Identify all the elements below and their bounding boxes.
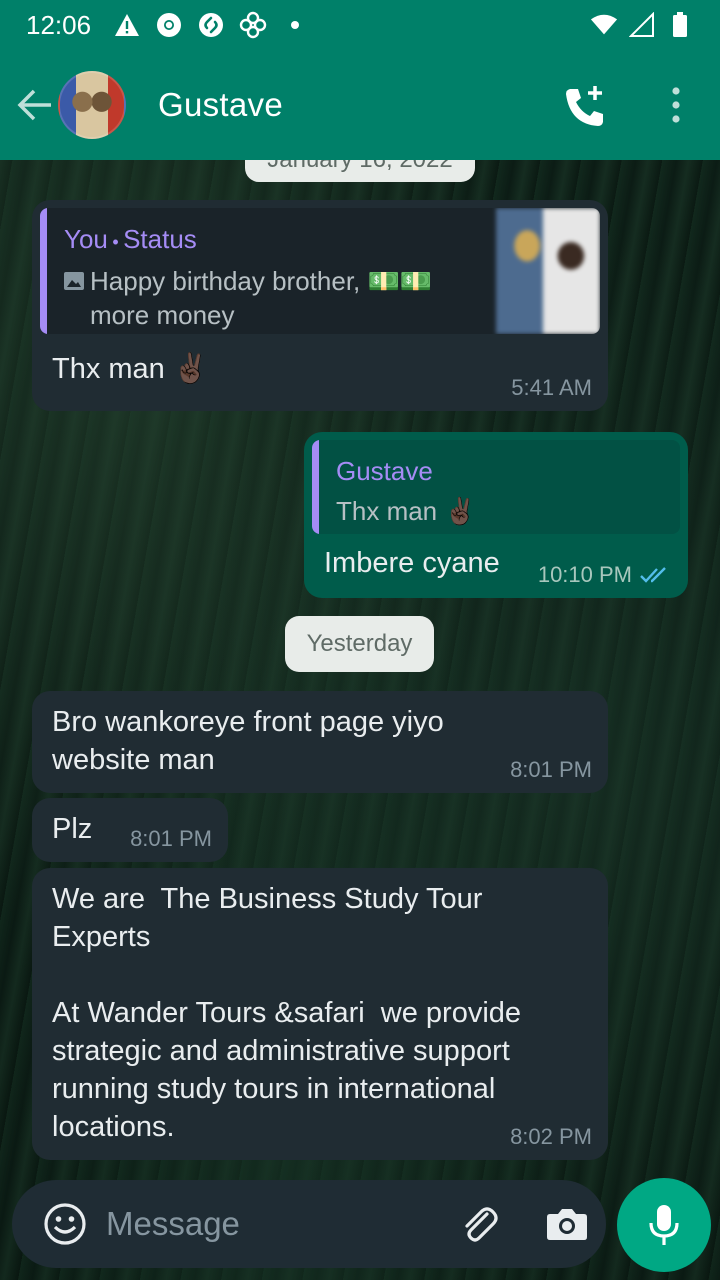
message-bubble-incoming[interactable]: You • Status Happy birthday brother, 💵💵 … (32, 200, 608, 411)
quoted-message[interactable]: Gustave Thx man ✌🏿 (312, 440, 680, 534)
quote-accent-bar (312, 440, 319, 534)
message-time: 10:10 PM (538, 562, 670, 588)
back-arrow-icon (17, 89, 51, 121)
date-chip-label: Yesterday (306, 630, 413, 657)
message-input[interactable] (106, 1205, 436, 1243)
message-composer (12, 1180, 606, 1268)
date-chip: Yesterday (285, 616, 434, 672)
message-time-label: 10:10 PM (537, 562, 632, 587)
battery-icon (666, 11, 694, 39)
add-call-button[interactable] (554, 75, 614, 135)
message-text: We are The Business Study Tour Experts A… (52, 883, 522, 1143)
fan-icon (239, 11, 267, 39)
camera-icon (547, 1209, 587, 1240)
message-text: Imbere cyane (324, 547, 500, 579)
warning-icon (113, 11, 141, 39)
wifi-icon (590, 11, 618, 39)
emoji-icon (44, 1203, 86, 1245)
read-receipt-icon (640, 567, 666, 583)
status-time: 12:06 (26, 9, 92, 40)
chat-header: Gustave (0, 50, 720, 160)
more-vert-icon (672, 87, 680, 123)
mic-icon (649, 1205, 679, 1245)
message-text: Thx man ✌🏿 (52, 353, 209, 385)
camera-button[interactable] (542, 1199, 592, 1249)
shazam-icon (197, 11, 225, 39)
quote-text: Thx man ✌🏿 (336, 496, 477, 526)
avatar[interactable] (58, 71, 126, 139)
message-time: 8:02 PM (510, 1124, 592, 1149)
back-button[interactable] (10, 75, 60, 135)
voice-message-button[interactable] (617, 1178, 711, 1272)
message-bubble-incoming[interactable]: We are The Business Study Tour Experts A… (32, 868, 608, 1160)
date-chip: January 16, 2022 (245, 160, 475, 182)
quote-accent-bar (40, 208, 47, 334)
message-time: 8:01 PM (130, 826, 212, 851)
message-time: 8:01 PM (510, 757, 592, 782)
status-bar: 12:06 (0, 0, 720, 50)
contact-name[interactable]: Gustave (158, 86, 283, 124)
status-thumbnail (496, 208, 600, 334)
add-call-icon (566, 86, 603, 126)
quote-separator: • (112, 232, 119, 252)
emoji-button[interactable] (40, 1199, 90, 1249)
quote-text: Happy birthday brother, 💵💵 more money (90, 266, 433, 330)
image-icon (64, 272, 84, 290)
signal-icon (628, 11, 656, 39)
more-options-button[interactable] (656, 75, 696, 135)
message-bubble-incoming[interactable]: Bro wankoreye front page yiyo website ma… (32, 691, 608, 793)
attach-icon (465, 1207, 498, 1242)
chat-area[interactable]: January 16, 2022 You • Status Happy birt… (0, 160, 720, 1175)
quote-author: Gustave (336, 456, 433, 486)
date-chip-label: January 16, 2022 (267, 160, 452, 174)
message-text: Bro wankoreye front page yiyo website ma… (52, 706, 444, 776)
quote-source: Status (123, 224, 197, 254)
quote-author: You (64, 224, 108, 254)
quoted-status[interactable]: You • Status Happy birthday brother, 💵💵 … (40, 208, 600, 334)
message-text: Plz (52, 813, 93, 845)
attach-button[interactable] (454, 1199, 504, 1249)
message-bubble-incoming[interactable]: Plz 8:01 PM (32, 798, 228, 862)
message-bubble-outgoing[interactable]: Gustave Thx man ✌🏿 Imbere cyane 10:10 PM (304, 432, 688, 598)
message-time: 5:41 AM (511, 375, 592, 400)
chrome-icon (155, 11, 183, 39)
dot-icon (281, 11, 309, 39)
